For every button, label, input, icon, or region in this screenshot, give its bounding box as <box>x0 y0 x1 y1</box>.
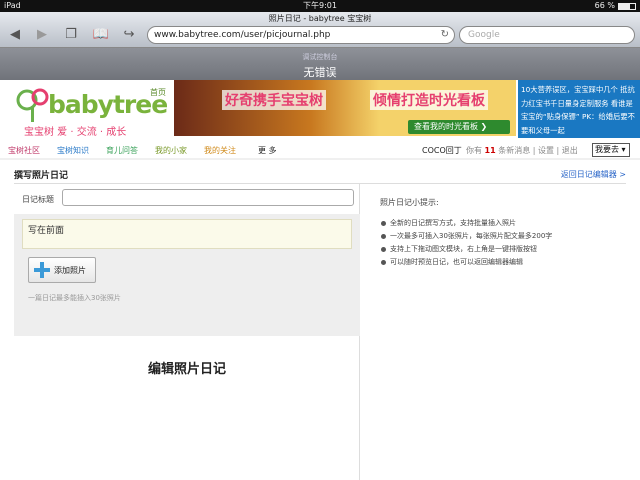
share-icon[interactable]: ↪ <box>120 27 138 43</box>
chevron-down-icon: ▾ <box>619 145 626 154</box>
tips-list: 全新的日记撰写方式，支持批量插入照片 一次最多可插入30张照片，每张照片配文最多… <box>380 217 552 269</box>
babytree-logo[interactable]: babytree 首页 宝宝树 爱 · 交流 · 成长 <box>16 84 170 138</box>
back-to-editor-link[interactable]: 返回日记编辑器 > <box>561 169 626 180</box>
main-nav: 宝树社区 宝树知识 育儿问答 我的小家 我的关注 更 多 COCO回丁 你有 1… <box>0 140 640 160</box>
home-link[interactable]: 首页 <box>150 87 166 98</box>
message-count[interactable]: 11 <box>485 146 496 155</box>
battery-percent: 66 % <box>594 1 615 10</box>
goto-dropdown-label: 我要去 <box>595 145 619 154</box>
google-search-field[interactable]: Google <box>459 26 635 44</box>
debug-console-bar: 调试控制台 无错误 <box>0 48 640 80</box>
page-heading-bar: 撰写照片日记 返回日记编辑器 > <box>14 166 626 184</box>
journal-title-input[interactable] <box>62 189 354 206</box>
plus-icon <box>34 262 50 278</box>
message-suffix[interactable]: 条新消息 | 设置 | 退出 <box>498 146 578 155</box>
banner-tagline-right: 倾情打造时光看板 <box>370 90 488 110</box>
photo-editor-area: 写在前面 添加照片 一篇日记最多能插入30张照片 <box>14 214 360 336</box>
logo-slogan: 宝宝树 爱 · 交流 · 成长 <box>24 127 127 138</box>
browser-page-title: 照片日记 - babytree 宝宝树 <box>268 14 372 23</box>
banner-tagline-left: 好奇携手宝宝树 <box>222 90 326 110</box>
debug-console-status: 无错误 <box>303 66 337 79</box>
promo-banner[interactable]: 好奇携手宝宝树 倾情打造时光看板 查看我的时光看板 ❯ <box>174 80 516 136</box>
battery-fill <box>619 3 630 9</box>
address-bar[interactable]: www.babytree.com/user/picjournal.php ↻ <box>147 26 455 44</box>
goto-dropdown[interactable]: 我要去 ▾ <box>592 143 630 157</box>
nav-item-my-home[interactable]: 我的小家 <box>155 145 187 156</box>
nav-item-qa[interactable]: 育儿问答 <box>106 145 138 156</box>
nav-item-community[interactable]: 宝树社区 <box>8 145 40 156</box>
browser-toolbar: 照片日记 - babytree 宝宝树 ◀ ▶ ❐ 📖 ↪ www.babytr… <box>0 12 640 48</box>
tip-item: 一次最多可插入30张照片，每张照片配文最多200字 <box>380 230 552 243</box>
banner-cta-button[interactable]: 查看我的时光看板 ❯ <box>408 120 510 134</box>
clock: 下午9:01 <box>303 1 337 10</box>
add-photo-label: 添加照片 <box>54 265 86 275</box>
tip-item: 支持上下拖动图文模块，右上角是一键排版按钮 <box>380 243 552 256</box>
battery-status: 66 % <box>595 0 636 12</box>
battery-icon <box>618 2 636 10</box>
tips-title: 照片日记小提示: <box>380 198 439 207</box>
status-bar: iPad 下午9:01 66 % <box>0 0 640 12</box>
title-field-label: 日记标题 <box>22 195 54 204</box>
url-text: www.babytree.com/user/picjournal.php <box>154 30 331 40</box>
bookmarks-icon[interactable]: 📖 <box>92 27 110 43</box>
nav-item-more[interactable]: 更 多 <box>258 145 277 156</box>
page-title: 撰写照片日记 <box>14 171 69 181</box>
back-arrow-icon[interactable]: ◀ <box>6 27 24 43</box>
tips-panel: 照片日记小提示: 全新的日记撰写方式，支持批量插入照片 一次最多可插入30张照片… <box>362 184 626 480</box>
tip-item: 可以随时预览日记，也可以返回编辑器编辑 <box>380 256 552 269</box>
photo-limit-hint: 一篇日记最多能插入30张照片 <box>28 294 121 302</box>
nav-item-knowledge[interactable]: 宝树知识 <box>57 145 89 156</box>
edit-journal-heading: 编辑照片日记 <box>147 362 226 377</box>
add-photo-button[interactable]: 添加照片 <box>28 257 96 283</box>
intro-textbox[interactable]: 写在前面 <box>22 219 352 249</box>
tree-logo-icon <box>16 88 49 122</box>
journal-editor-panel: 日记标题 写在前面 添加照片 一篇日记最多能插入30张照片 编辑照片日记 <box>14 184 360 480</box>
nav-item-following[interactable]: 我的关注 <box>204 145 236 156</box>
reload-icon[interactable]: ↻ <box>441 27 449 43</box>
message-status: 你有 11 条新消息 | 设置 | 退出 <box>466 145 578 156</box>
site-header: babytree 首页 宝宝树 爱 · 交流 · 成长 好奇携手宝宝树 倾情打造… <box>0 80 640 138</box>
tabs-icon[interactable]: ❐ <box>62 27 80 43</box>
username-link[interactable]: COCO回丁 <box>422 145 462 156</box>
ad-text-block[interactable]: 10大营养误区，宝宝踩中几个 抵抗力红宝书千日量身定制服务 看谁是宝宝的“贴身保… <box>518 80 640 138</box>
debug-console-label: 调试控制台 <box>302 53 338 61</box>
tip-item: 全新的日记撰写方式，支持批量插入照片 <box>380 217 552 230</box>
message-prefix: 你有 <box>466 146 482 155</box>
forward-arrow-icon[interactable]: ▶ <box>33 27 51 43</box>
